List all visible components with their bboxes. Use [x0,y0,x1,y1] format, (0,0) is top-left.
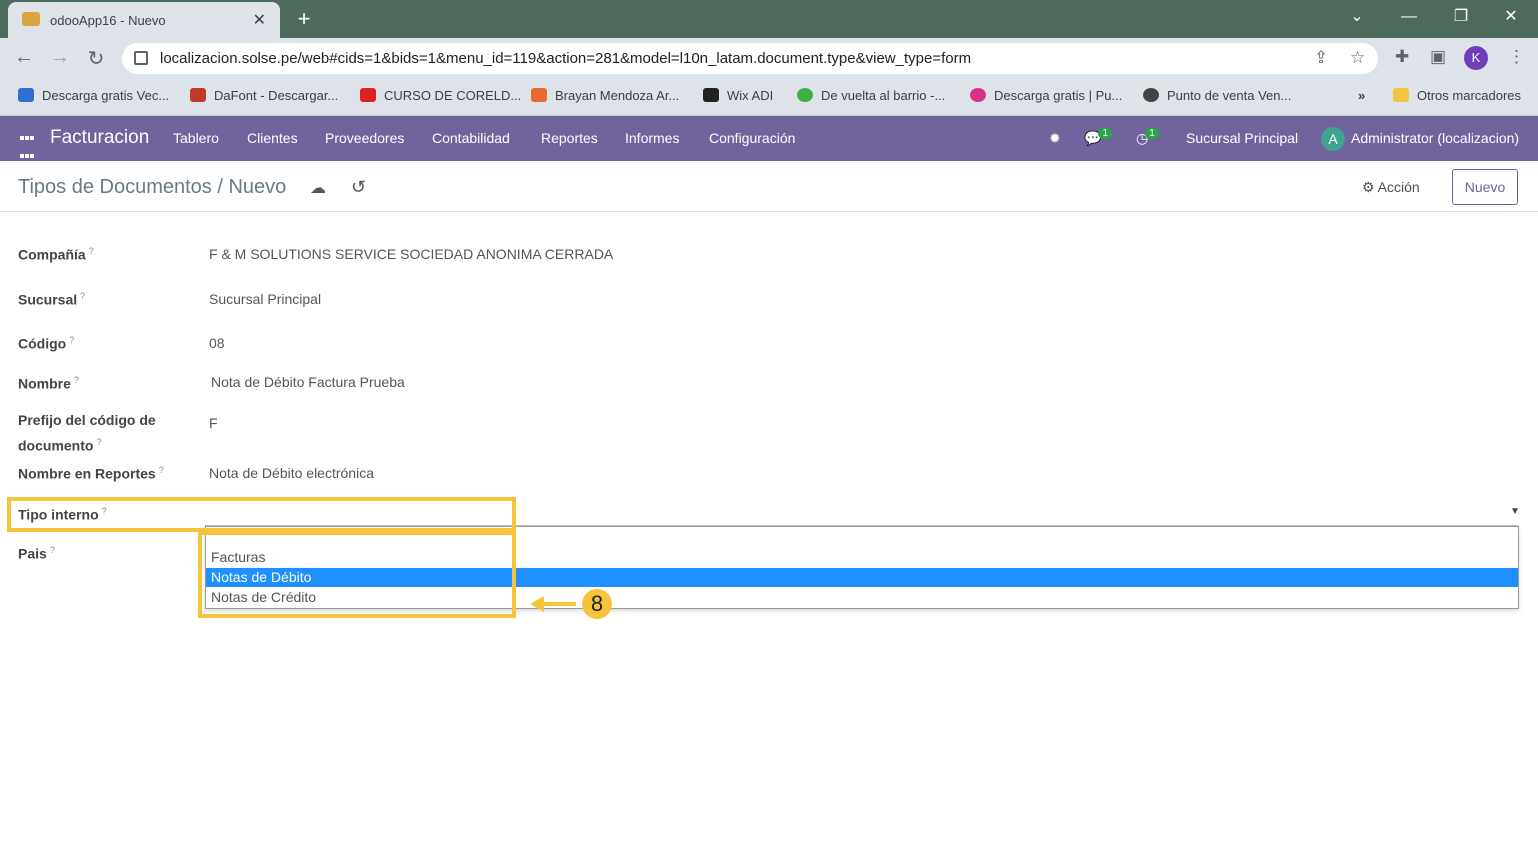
user-menu[interactable]: Administrator (localizacion) [1351,130,1519,146]
more-bookmarks-button[interactable]: » [1358,88,1365,103]
menu-configuracion[interactable]: Configuración [709,130,795,146]
prefix-field[interactable]: F [209,415,218,431]
bookmark-item[interactable]: De vuelta al barrio -... [797,88,945,103]
gear-icon: ⚙ [1362,179,1378,195]
breadcrumb[interactable]: Tipos de Documentos / Nuevo [18,176,286,199]
bookmark-item[interactable]: Descarga gratis Vec... [18,88,169,103]
extensions-icon[interactable]: ✚ [1395,47,1409,67]
bookmark-label: Punto de venta Ven... [1167,88,1292,103]
menu-contabilidad[interactable]: Contabilidad [432,130,510,146]
bookmark-label: CURSO DE CORELD... [384,88,522,103]
activities-counter: 1 [1145,128,1159,139]
bookmark-favicon-icon [360,88,376,102]
bookmark-favicon-icon [531,88,547,102]
bookmark-favicon-icon [18,88,34,102]
odoo-favicon-icon [22,12,40,26]
reload-icon[interactable]: ↻ [84,46,108,71]
caret-down-icon[interactable]: ▼ [1510,506,1520,517]
menu-reportes[interactable]: Reportes [541,130,598,146]
bookmark-item[interactable]: Punto de venta Ven... [1143,88,1291,103]
annotation-arrow-line [540,602,576,606]
other-bookmarks-label: Otros marcadores [1417,88,1522,103]
close-window-button[interactable]: ✕ [1486,0,1536,34]
menu-proveedores[interactable]: Proveedores [325,130,404,146]
app-menu-grid-icon[interactable] [20,128,36,176]
step-number-badge: 8 [582,589,612,619]
highlight-dropdown-options [198,531,516,618]
bookmark-star-icon[interactable]: ☆ [1350,48,1365,68]
bookmark-label: Brayan Mendoza Ar... [555,88,680,103]
bookmark-item[interactable]: Wix ADI [703,88,773,103]
activities-menu[interactable]: ◷1 [1136,128,1159,147]
bookmark-label: Descarga gratis | Pu... [994,88,1123,103]
bookmark-item[interactable]: CURSO DE CORELD... [360,88,521,103]
back-arrow-icon[interactable]: ← [12,46,36,69]
profile-avatar[interactable]: K [1464,46,1488,70]
debug-bug-icon[interactable]: ✹ [1049,130,1061,147]
bookmark-favicon-icon [797,88,813,102]
tab-search-icon[interactable]: ⌄ [1332,0,1382,34]
bookmark-label: De vuelta al barrio -... [821,88,946,103]
side-panel-icon[interactable]: ▣ [1430,47,1446,67]
prefix-field-label: Prefijo del código de documento? [18,412,156,454]
bookmark-label: DaFont - Descargar... [214,88,339,103]
bookmark-favicon-icon [703,88,719,102]
user-avatar[interactable]: A [1321,127,1345,151]
new-record-button[interactable]: Nuevo [1452,169,1518,205]
bookmark-favicon-icon [970,88,986,102]
discard-undo-icon[interactable]: ↺ [351,177,366,198]
company-field-label: Compañía? [18,246,94,263]
bookmark-item[interactable]: DaFont - Descargar... [190,88,338,103]
bookmark-label: Wix ADI [727,88,774,103]
code-field-label: Código? [18,335,75,352]
minimize-button[interactable]: — [1384,0,1434,34]
lock-icon [134,51,148,65]
bookmark-item[interactable]: Brayan Mendoza Ar... [531,88,679,103]
restore-button[interactable]: ❐ [1436,0,1486,34]
bookmark-favicon-icon [190,88,206,102]
report-name-field[interactable]: Nota de Débito electrónica [209,465,374,481]
highlight-internal-type-label [7,497,516,532]
report-name-field-label: Nombre en Reportes? [18,465,164,482]
name-field[interactable]: Nota de Débito Factura Prueba [211,374,405,390]
browser-menu-icon[interactable]: ⋮ [1508,47,1525,67]
bookmark-item[interactable]: Descarga gratis | Pu... [970,88,1122,103]
menu-clientes[interactable]: Clientes [247,130,298,146]
save-cloud-icon[interactable]: ☁ [310,178,326,198]
code-field[interactable]: 08 [209,335,225,351]
bookmark-favicon-icon [1143,88,1159,102]
company-field[interactable]: F & M SOLUTIONS SERVICE SOCIEDAD ANONIMA… [209,246,613,262]
menu-tablero[interactable]: Tablero [173,130,219,146]
other-bookmarks-folder[interactable]: Otros marcadores [1393,88,1521,103]
menu-informes[interactable]: Informes [625,130,679,146]
tab-title: odooApp16 - Nuevo [50,13,166,28]
folder-icon [1393,88,1409,102]
bookmark-label: Descarga gratis Vec... [42,88,170,103]
branch-field-label: Sucursal? [18,291,86,308]
browser-tab[interactable]: odooApp16 - Nuevo ✕ [8,2,280,38]
address-bar[interactable]: localizacion.solse.pe/web#cids=1&bids=1&… [122,43,1378,74]
close-tab-icon[interactable]: ✕ [253,10,266,30]
country-field-label: Pais? [18,545,55,562]
messages-counter: 1 [1098,128,1112,139]
share-icon[interactable]: ⇪ [1314,48,1328,68]
action-label: Acción [1377,179,1420,195]
control-panel-divider [0,211,1538,212]
branch-field[interactable]: Sucursal Principal [209,291,321,307]
action-menu-button[interactable]: ⚙ Acción [1362,179,1420,196]
app-name[interactable]: Facturacion [50,127,149,149]
name-field-label: Nombre? [18,375,79,392]
new-tab-button[interactable]: + [292,6,316,32]
forward-arrow-icon[interactable]: → [48,46,72,69]
messages-menu[interactable]: 💬1 [1084,128,1112,147]
branch-switcher[interactable]: Sucursal Principal [1186,130,1298,146]
url-text[interactable]: localizacion.solse.pe/web#cids=1&bids=1&… [160,50,971,67]
